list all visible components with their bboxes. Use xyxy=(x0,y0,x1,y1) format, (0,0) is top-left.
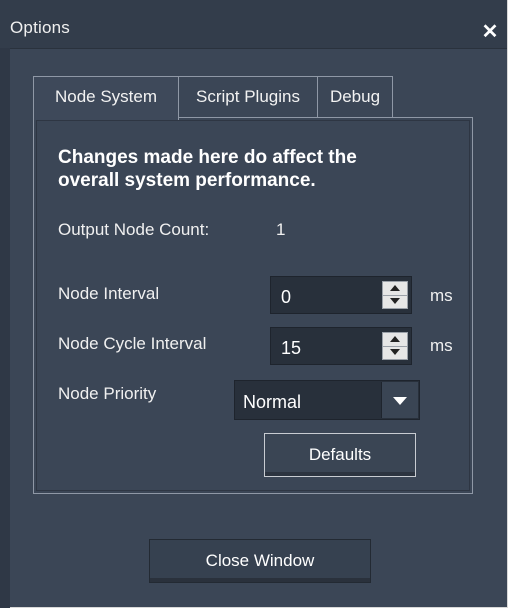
decrement-button[interactable] xyxy=(383,295,407,308)
spin-buttons xyxy=(382,281,408,309)
output-node-count-value: 1 xyxy=(276,220,286,239)
arrow-up-icon xyxy=(390,336,400,342)
options-window: Options ✕ Node System Script Plugins Deb… xyxy=(0,0,508,608)
dropdown-button[interactable] xyxy=(381,382,418,418)
output-node-count-label: Output Node Count: xyxy=(58,220,210,239)
decrement-button[interactable] xyxy=(383,346,407,359)
arrow-down-icon xyxy=(390,349,400,355)
title-bar[interactable]: Options ✕ xyxy=(0,0,507,49)
node-cycle-interval-unit: ms xyxy=(430,336,453,355)
warning-line-1: Changes made here do affect the xyxy=(58,147,357,168)
tab-script-plugins[interactable]: Script Plugins xyxy=(178,76,318,118)
node-interval-label: Node Interval xyxy=(58,284,160,303)
node-interval-unit: ms xyxy=(430,286,453,305)
node-priority-value: Normal xyxy=(243,392,302,412)
warning-line-2: overall system performance. xyxy=(58,170,316,191)
tab-label: Node System xyxy=(54,87,158,106)
tab-label: Script Plugins xyxy=(196,87,300,106)
chevron-down-icon xyxy=(393,397,407,405)
close-icon[interactable]: ✕ xyxy=(480,22,500,42)
node-cycle-interval-label: Node Cycle Interval xyxy=(58,334,207,353)
tab-node-system[interactable]: Node System xyxy=(33,76,179,120)
window-title: Options xyxy=(10,18,70,37)
node-interval-value[interactable]: 0 xyxy=(281,287,291,308)
node-cycle-interval-value[interactable]: 15 xyxy=(281,338,301,359)
tab-label: Debug xyxy=(329,87,381,106)
arrow-up-icon xyxy=(390,285,400,291)
close-window-button[interactable]: Close Window xyxy=(149,539,371,583)
node-priority-select[interactable]: Normal xyxy=(234,380,420,420)
increment-button[interactable] xyxy=(383,333,407,347)
node-cycle-interval-spinbox[interactable]: 15 xyxy=(270,327,412,365)
window-left-edge xyxy=(0,48,10,608)
arrow-down-icon xyxy=(390,298,400,304)
close-window-label: Close Window xyxy=(205,551,315,570)
performance-warning: Changes made here do affect the overall … xyxy=(58,146,458,192)
node-priority-label: Node Priority xyxy=(58,384,157,403)
spin-buttons xyxy=(382,332,408,360)
defaults-button[interactable]: Defaults xyxy=(264,433,416,477)
defaults-button-label: Defaults xyxy=(308,445,372,464)
increment-button[interactable] xyxy=(383,282,407,296)
tab-debug[interactable]: Debug xyxy=(317,76,393,118)
node-interval-spinbox[interactable]: 0 xyxy=(270,276,412,314)
